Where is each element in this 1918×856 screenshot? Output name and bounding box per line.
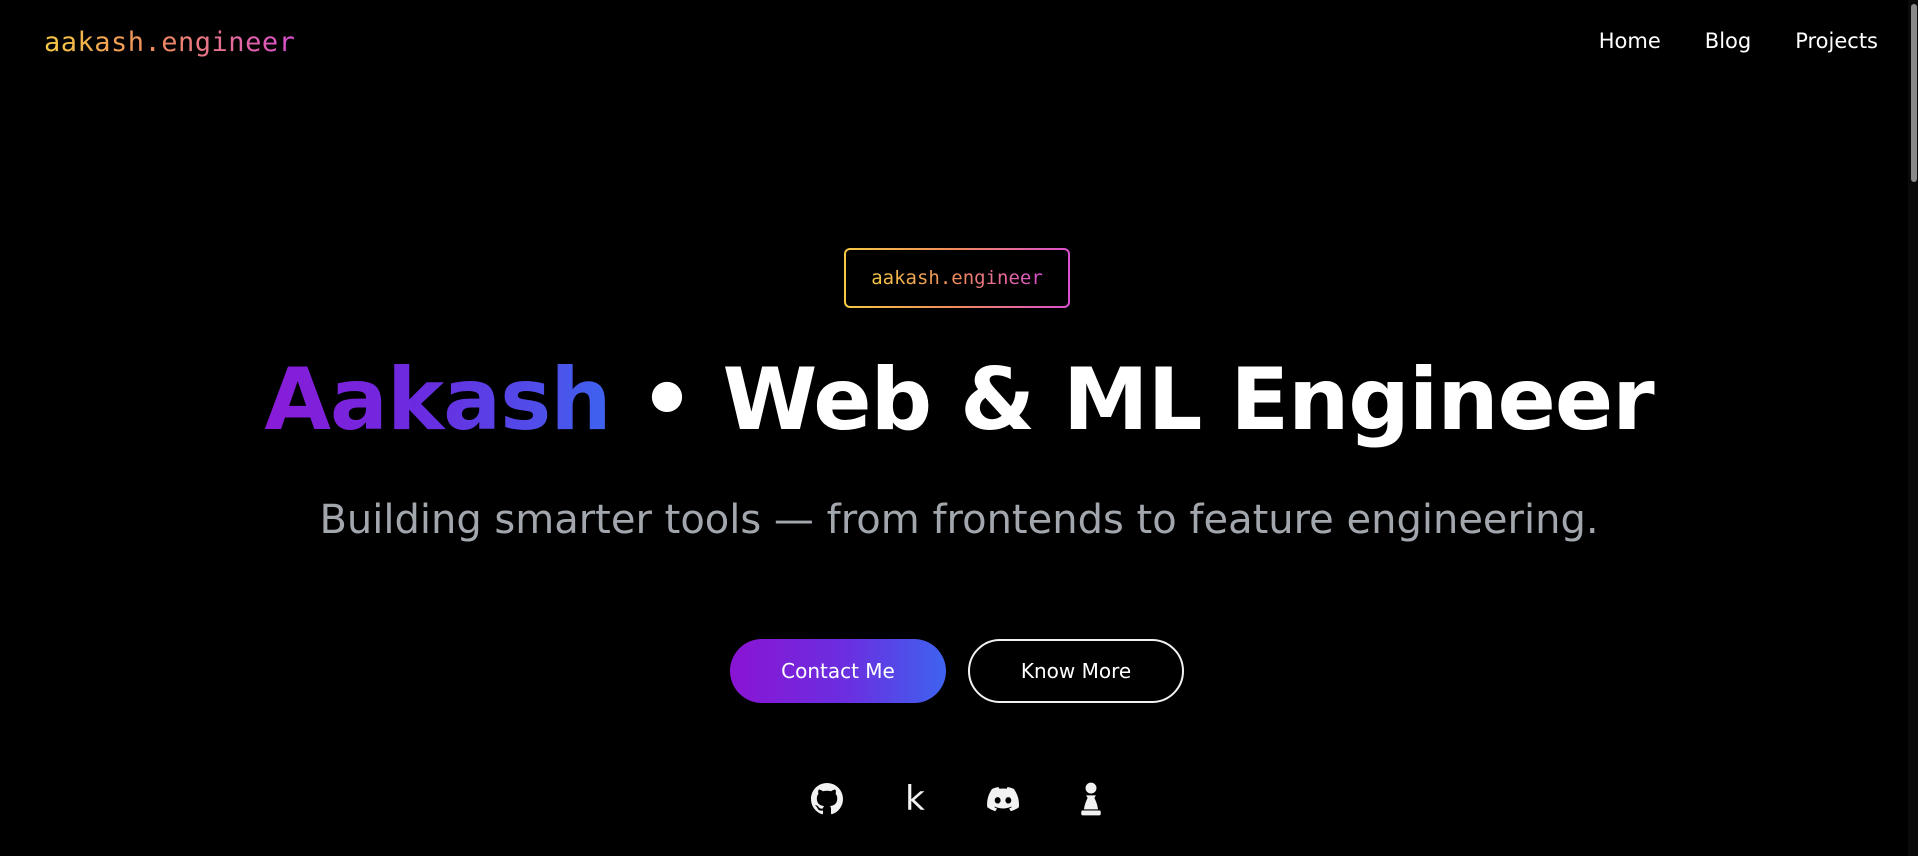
hero-subtitle: Building smarter tools — from frontends … <box>319 497 1599 543</box>
contact-me-button[interactable]: Contact Me <box>730 639 946 703</box>
page-scrollbar[interactable] <box>1908 0 1918 856</box>
hero-badge-text: aakash.engineer <box>871 267 1043 289</box>
nav-projects-link[interactable]: Projects <box>1795 26 1878 56</box>
top-nav: Home Blog Projects <box>1555 26 1878 56</box>
hero-buttons: Contact Me Know More <box>730 639 1184 703</box>
hero-badge: aakash.engineer <box>844 248 1070 308</box>
hero-badge-inner: aakash.engineer <box>846 250 1068 306</box>
hero-role: • Web & ML Engineer <box>610 350 1655 450</box>
discord-icon[interactable] <box>984 780 1022 818</box>
scrollbar-thumb[interactable] <box>1911 4 1917 182</box>
github-icon[interactable] <box>808 780 846 818</box>
kaggle-icon[interactable]: k <box>896 780 934 818</box>
nav-blog-link[interactable]: Blog <box>1705 26 1751 56</box>
nav-home-link[interactable]: Home <box>1599 26 1661 56</box>
hero-headline: Aakash • Web & ML Engineer <box>0 350 1918 450</box>
site-logo[interactable]: aakash.engineer <box>44 26 295 60</box>
know-more-button[interactable]: Know More <box>968 639 1184 703</box>
page: aakash.engineer Home Blog Projects aakas… <box>0 0 1918 856</box>
chess-pawn-icon[interactable] <box>1072 780 1110 818</box>
kaggle-glyph: k <box>905 779 925 819</box>
social-links: k <box>0 780 1918 818</box>
hero-name: Aakash <box>264 350 611 450</box>
